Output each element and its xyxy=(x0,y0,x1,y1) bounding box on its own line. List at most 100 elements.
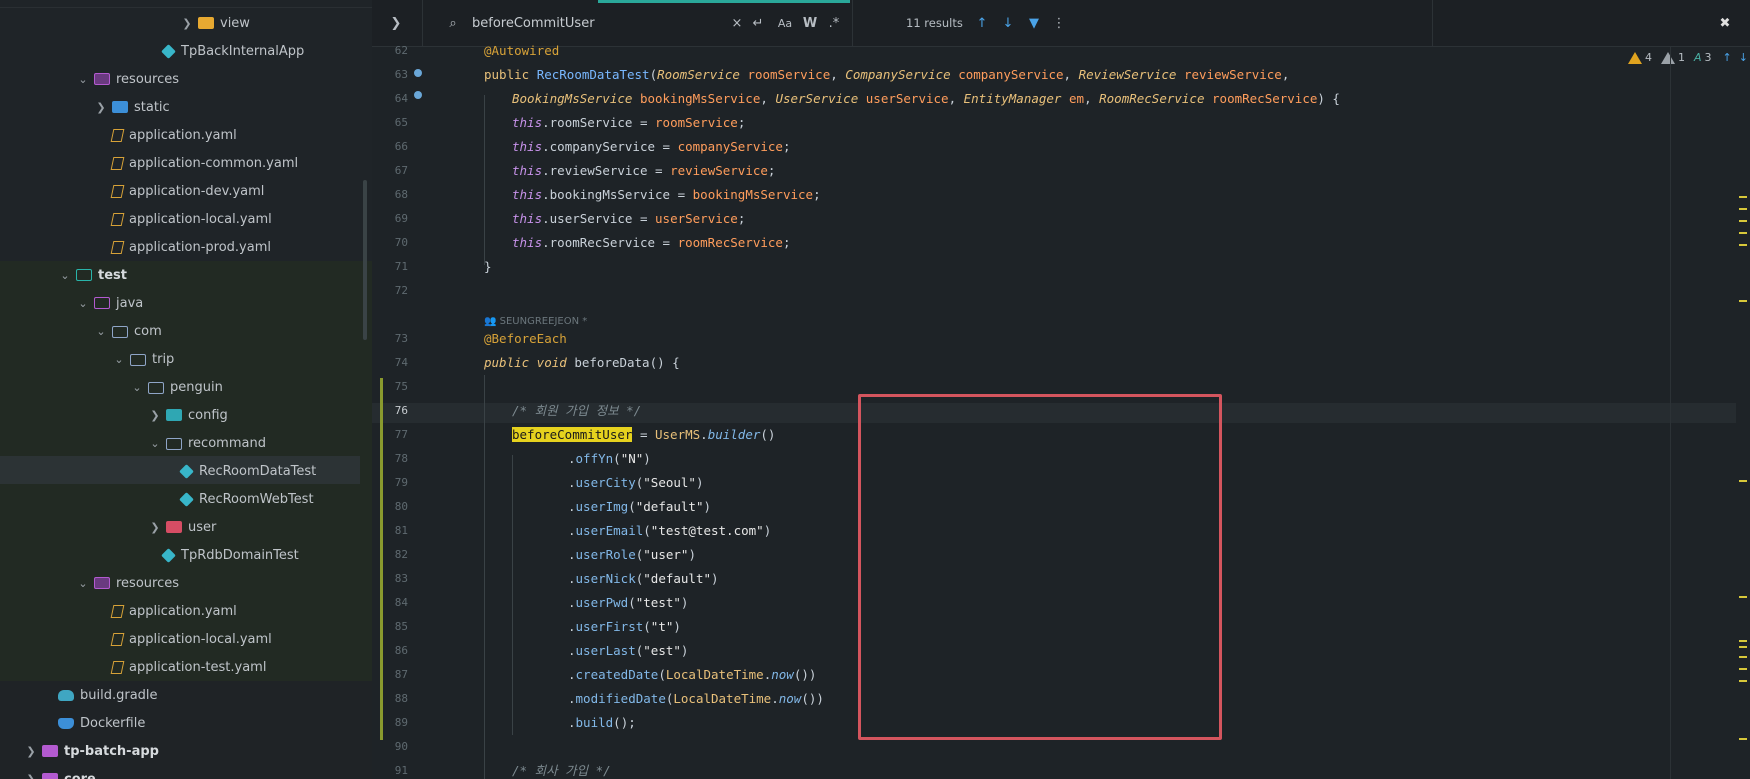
expand-replace-chevron-icon[interactable]: ❯ xyxy=(385,13,407,33)
tree-item-tprdbdomaintest[interactable]: TpRdbDomainTest xyxy=(161,541,299,569)
line-number: 88 xyxy=(394,692,408,705)
clear-search-icon[interactable]: × xyxy=(726,13,748,33)
search-history-icon[interactable]: ⌕ xyxy=(442,13,464,33)
code-line-65[interactable]: this.roomService = roomService; xyxy=(512,113,745,133)
implementation-gutter-icon[interactable] xyxy=(412,68,424,80)
code-line-79[interactable]: .userCity("Seoul") xyxy=(568,473,704,493)
chevron-down-icon[interactable]: ⌄ xyxy=(148,436,162,450)
chevron-down-icon[interactable]: ⌄ xyxy=(76,576,90,590)
code-line-64[interactable]: BookingMsService bookingMsService, UserS… xyxy=(512,89,1340,109)
chevron-down-icon[interactable]: ⌄ xyxy=(76,72,90,86)
project-tree[interactable]: ❯ view TpBackInternalApp ⌄ resources ❯ stat… xyxy=(0,0,372,779)
tree-item-yaml[interactable]: application-dev.yaml xyxy=(110,177,264,205)
tree-item-java[interactable]: ⌄ java xyxy=(76,289,143,317)
code-line-76[interactable]: /* 회원 가입 정보 */ xyxy=(512,401,641,421)
next-occurrence-icon[interactable]: ↓ xyxy=(997,13,1019,33)
code-line-66[interactable]: this.companyService = companyService; xyxy=(512,137,790,157)
tree-item-yaml[interactable]: application-test.yaml xyxy=(110,653,266,681)
tree-item-yaml[interactable]: application.yaml xyxy=(110,121,237,149)
tree-item-resources-test[interactable]: ⌄ resources xyxy=(76,569,179,597)
code-line-80[interactable]: .userImg("default") xyxy=(568,497,711,517)
tree-item-recommand[interactable]: ⌄ recommand xyxy=(148,429,266,457)
tree-item-dockerfile[interactable]: Dockerfile xyxy=(58,709,145,737)
code-line-74[interactable]: public void beforeData() { xyxy=(484,353,680,373)
code-line-70[interactable]: this.roomRecService = roomRecService; xyxy=(512,233,790,253)
find-input[interactable]: beforeCommitUser xyxy=(472,13,595,33)
prev-problem-icon[interactable]: ↑ xyxy=(1723,51,1732,64)
code-line-83[interactable]: .userNick("default") xyxy=(568,569,719,589)
new-line-icon[interactable]: ↵ xyxy=(747,13,769,33)
tree-item-tpbackinternalapp[interactable]: TpBackInternalApp xyxy=(161,37,304,65)
chevron-right-icon[interactable]: ❯ xyxy=(24,772,38,779)
code-line-63[interactable]: public RecRoomDataTest(RoomService roomS… xyxy=(484,65,1289,85)
punct: ( xyxy=(628,595,636,610)
code-line-85[interactable]: .userFirst("t") xyxy=(568,617,681,637)
tree-item-yaml[interactable]: application.yaml xyxy=(110,597,237,625)
tree-scrollbar[interactable] xyxy=(363,180,367,340)
code-line-86[interactable]: .userLast("est") xyxy=(568,641,688,661)
code-line-91[interactable]: /* 회사 가입 */ xyxy=(512,761,611,779)
close-find-icon[interactable]: ✖ xyxy=(1714,13,1736,33)
code-line-77[interactable]: beforeCommitUser = UserMS.builder() xyxy=(512,425,775,445)
chevron-right-icon[interactable]: ❯ xyxy=(24,744,38,758)
code-editor[interactable]: ❯ ⌕ beforeCommitUser × ↵ Aa W .* 11 resu… xyxy=(372,0,1750,779)
code-line-71[interactable]: } xyxy=(484,257,492,277)
code-line-81[interactable]: .userEmail("test@test.com") xyxy=(568,521,771,541)
tree-item-build-gradle[interactable]: build.gradle xyxy=(58,681,158,709)
implementation-gutter-icon[interactable] xyxy=(412,90,424,102)
tree-item-resources-main[interactable]: ⌄ resources xyxy=(76,65,179,93)
tree-item-config[interactable]: ❯ config xyxy=(148,401,227,429)
code-line-89[interactable]: .build(); xyxy=(568,713,636,733)
code-line-62[interactable]: @Autowired xyxy=(484,41,559,61)
tree-item-static[interactable]: ❯ static xyxy=(94,93,169,121)
code-line-68[interactable]: this.bookingMsService = bookingMsService… xyxy=(512,185,821,205)
next-problem-icon[interactable]: ↓ xyxy=(1739,51,1748,64)
tree-item-test[interactable]: ⌄ test xyxy=(58,261,127,289)
line-number: 90 xyxy=(394,740,408,753)
tree-item-penguin[interactable]: ⌄ penguin xyxy=(130,373,222,401)
code-line-73[interactable]: @BeforeEach xyxy=(484,329,567,349)
tree-item-tp-batch-app[interactable]: ❯ tp-batch-app xyxy=(24,737,159,765)
more-options-icon[interactable]: ⋮ xyxy=(1048,13,1070,33)
chevron-down-icon[interactable]: ⌄ xyxy=(130,380,144,394)
class-name: UserMS xyxy=(655,427,701,442)
tree-item-user[interactable]: ❯ user xyxy=(148,513,216,541)
search-match[interactable]: beforeCommitUser xyxy=(512,427,633,442)
match-case-toggle[interactable]: Aa xyxy=(774,13,796,33)
tree-item-view[interactable]: ❯ view xyxy=(180,9,250,37)
chevron-down-icon[interactable]: ⌄ xyxy=(76,296,90,310)
code-line-88[interactable]: .modifiedDate(LocalDateTime.now()) xyxy=(568,689,824,709)
chevron-right-icon[interactable]: ❯ xyxy=(94,100,108,114)
tree-item-core[interactable]: ❯ core xyxy=(24,765,96,779)
tree-item-yaml[interactable]: application-local.yaml xyxy=(110,205,272,233)
code-line-82[interactable]: .userRole("user") xyxy=(568,545,696,565)
previous-occurrence-icon[interactable]: ↑ xyxy=(971,13,993,33)
code-line-87[interactable]: .createdDate(LocalDateTime.now()) xyxy=(568,665,816,685)
chevron-right-icon[interactable]: ❯ xyxy=(180,16,194,30)
tree-item-recroomdatatest[interactable]: RecRoomDataTest xyxy=(179,457,316,485)
tree-item-com[interactable]: ⌄ com xyxy=(94,317,161,345)
regex-toggle[interactable]: .* xyxy=(823,13,845,33)
chevron-down-icon[interactable]: ⌄ xyxy=(112,352,126,366)
chevron-right-icon[interactable]: ❯ xyxy=(148,520,162,534)
filter-icon[interactable]: ▼ xyxy=(1023,13,1045,33)
inspection-widget[interactable]: 4 1 A3 ↑ ↓ xyxy=(1628,51,1748,64)
this-keyword: this xyxy=(512,163,543,178)
tree-item-recroomwebtest[interactable]: RecRoomWebTest xyxy=(179,485,314,513)
punct: , xyxy=(830,67,846,82)
author-name: SEUNGREEJEON * xyxy=(499,316,588,327)
yaml-file-icon xyxy=(110,156,125,170)
code-line-78[interactable]: .offYn("N") xyxy=(568,449,651,469)
tree-item-trip[interactable]: ⌄ trip xyxy=(112,345,174,373)
tree-item-yaml[interactable]: application-common.yaml xyxy=(110,149,298,177)
code-line-67[interactable]: this.reviewService = reviewService; xyxy=(512,161,775,181)
chevron-down-icon[interactable]: ⌄ xyxy=(58,268,72,282)
words-toggle[interactable]: W xyxy=(799,13,821,33)
code-line-69[interactable]: this.userService = userService; xyxy=(512,209,745,229)
chevron-down-icon[interactable]: ⌄ xyxy=(94,324,108,338)
code-line-84[interactable]: .userPwd("test") xyxy=(568,593,688,613)
code-author-hint[interactable]: 👥 SEUNGREEJEON * xyxy=(484,310,587,330)
tree-item-yaml[interactable]: application-prod.yaml xyxy=(110,233,271,261)
chevron-right-icon[interactable]: ❯ xyxy=(148,408,162,422)
tree-item-yaml[interactable]: application-local.yaml xyxy=(110,625,272,653)
